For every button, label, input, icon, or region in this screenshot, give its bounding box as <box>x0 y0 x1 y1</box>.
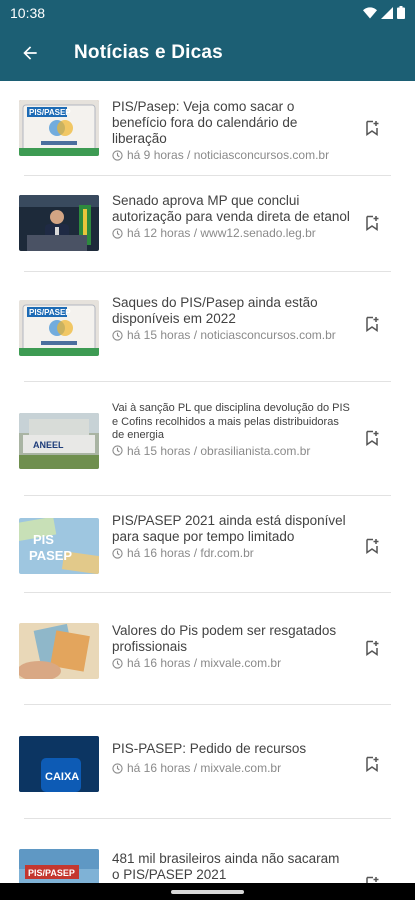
news-item[interactable]: PIS/PASEP Saques do PIS/Pasep ainda estã… <box>0 272 415 382</box>
bookmark-button[interactable] <box>362 314 382 334</box>
clock-icon <box>112 149 123 161</box>
status-bar: 10:38 <box>0 0 415 25</box>
signal-icon <box>381 6 393 19</box>
news-meta: há 15 horas / obrasilianista.com.br <box>112 444 350 458</box>
bookmark-add-icon <box>366 756 379 772</box>
news-headline: 481 mil brasileiros ainda não sacaram o … <box>112 851 340 882</box>
wifi-icon <box>363 6 377 18</box>
news-item[interactable]: CAIXA PIS-PASEP: Pedido de recursos há 1… <box>0 705 415 819</box>
news-thumbnail: PIS/PASEP <box>19 300 99 356</box>
news-headline: PIS-PASEP: Pedido de recursos <box>112 741 307 756</box>
svg-text:PIS: PIS <box>33 532 54 547</box>
clock-icon <box>112 445 123 456</box>
news-item[interactable]: Valores do Pis podem ser resgatados prof… <box>0 593 415 705</box>
svg-text:PASEP: PASEP <box>29 548 72 563</box>
bookmark-button[interactable] <box>362 536 382 556</box>
clock-icon <box>112 329 123 341</box>
news-headline: PIS/PASEP 2021 ainda está disponível par… <box>112 513 346 544</box>
bookmark-add-icon <box>366 538 379 554</box>
news-thumbnail <box>19 195 99 251</box>
news-item[interactable]: ANEEL Vai à sanção PL que disciplina dev… <box>0 382 415 496</box>
news-meta: há 15 horas / noticiasconcursos.com.br <box>112 328 350 342</box>
news-headline: Vai à sanção PL que disciplina devolução… <box>112 402 350 441</box>
news-meta: há 9 horas / noticiasconcursos.com.br <box>112 148 350 162</box>
svg-text:PIS/PASEP: PIS/PASEP <box>29 308 71 317</box>
news-thumbnail: CAIXA <box>19 736 99 792</box>
svg-text:PIS/PASEP: PIS/PASEP <box>28 868 75 878</box>
news-meta: há 16 horas / mixvale.com.br <box>112 656 350 670</box>
clock-icon <box>112 762 123 774</box>
news-thumbnail: ANEEL <box>19 413 99 469</box>
svg-text:ANEEL: ANEEL <box>33 440 64 450</box>
bookmark-add-icon <box>366 316 379 332</box>
bookmark-button[interactable] <box>362 428 382 448</box>
news-thumbnail: PIS/PASEP <box>19 100 99 156</box>
svg-text:PIS/PASEP: PIS/PASEP <box>29 108 71 117</box>
news-meta: há 12 horas / www12.senado.leg.br <box>112 226 350 240</box>
news-thumbnail <box>19 623 99 679</box>
battery-icon <box>397 6 405 19</box>
news-item[interactable]: PIS PASEP PIS/PASEP 2021 ainda está disp… <box>0 496 415 593</box>
news-meta: há 16 horas / mixvale.com.br <box>112 761 350 775</box>
clock-icon <box>112 227 123 239</box>
arrow-back-icon <box>23 46 37 60</box>
status-icons <box>363 6 405 19</box>
news-headline: PIS/Pasep: Veja como sacar o benefício f… <box>112 99 298 146</box>
news-meta: há 16 horas / fdr.com.br <box>112 546 350 560</box>
status-time: 10:38 <box>10 4 46 21</box>
bookmark-add-icon <box>366 120 379 136</box>
bookmark-button[interactable] <box>362 638 382 658</box>
svg-text:CAIXA: CAIXA <box>45 771 79 783</box>
bookmark-button[interactable] <box>362 754 382 774</box>
clock-icon <box>112 547 123 559</box>
bookmark-add-icon <box>366 430 379 446</box>
clock-icon <box>112 657 123 669</box>
news-item[interactable]: Senado aprova MP que conclui autorização… <box>0 176 415 272</box>
news-headline: Saques do PIS/Pasep ainda estão disponív… <box>112 295 318 326</box>
system-nav-bar <box>0 883 415 900</box>
bookmark-button[interactable] <box>362 213 382 233</box>
news-headline: Senado aprova MP que conclui autorização… <box>112 193 350 224</box>
app-bar: Notícias e Dicas <box>0 25 415 81</box>
news-thumbnail: PIS PASEP <box>19 518 99 574</box>
bookmark-add-icon <box>366 215 379 231</box>
page-title: Notícias e Dicas <box>74 42 223 63</box>
bookmark-button[interactable] <box>362 874 382 883</box>
news-item[interactable]: PIS/PASEP PIS/Pasep: Veja como sacar o b… <box>0 81 415 176</box>
back-button[interactable] <box>2 25 58 81</box>
news-headline: Valores do Pis podem ser resgatados prof… <box>112 623 337 654</box>
news-list[interactable]: PIS/PASEP PIS/Pasep: Veja como sacar o b… <box>0 81 415 883</box>
bookmark-add-icon <box>366 640 379 656</box>
home-gesture-handle[interactable] <box>171 890 244 894</box>
bookmark-button[interactable] <box>362 118 382 138</box>
news-item[interactable]: PIS/PASEP 481 mil brasileiros ainda não … <box>0 819 415 883</box>
news-thumbnail: PIS/PASEP <box>19 849 99 883</box>
bookmark-add-icon <box>366 876 379 883</box>
